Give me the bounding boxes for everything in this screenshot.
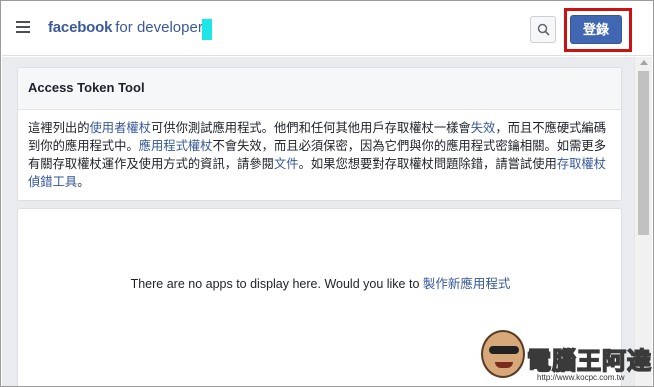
watermark-url: http://www.kocpc.com.tw bbox=[537, 373, 625, 382]
brand-suffix: for developers bbox=[115, 19, 211, 36]
hamburger-icon[interactable] bbox=[16, 21, 30, 33]
brand-name: facebook bbox=[48, 19, 113, 36]
user-token-link[interactable]: 使用者權杖 bbox=[90, 121, 152, 135]
text-cursor-highlight bbox=[202, 19, 212, 40]
description-text: 可供你測試應用程式。他們和任何其他用戶存取權杖一樣會 bbox=[151, 121, 471, 135]
empty-message-text: There are no apps to display here. Would… bbox=[130, 277, 420, 291]
login-button[interactable]: 登錄 bbox=[570, 15, 622, 44]
brand-logo[interactable]: facebook for developers bbox=[48, 19, 210, 36]
card-description: 這裡列出的使用者權杖可供你測試應用程式。他們和任何其他用戶存取權杖一樣會失效，而… bbox=[18, 110, 621, 200]
access-token-card: Access Token Tool 這裡列出的使用者權杖可供你測試應用程式。他們… bbox=[17, 67, 622, 201]
expire-link[interactable]: 失效 bbox=[471, 121, 496, 135]
description-text: 。 bbox=[77, 175, 90, 189]
app-token-link[interactable]: 應用程式權杖 bbox=[139, 139, 213, 153]
browser-frame: facebook for developers 登錄 Access Token T… bbox=[0, 0, 654, 387]
description-text: 。如果您想要對存取權杖問題除錯，請嘗試使用 bbox=[298, 157, 557, 171]
mascot-face-icon bbox=[481, 330, 525, 378]
description-text: 這裡列出的 bbox=[28, 121, 90, 135]
create-app-link[interactable]: 製作新應用程式 bbox=[423, 277, 511, 291]
scroll-thumb[interactable] bbox=[638, 71, 649, 235]
scroll-up-arrow-icon[interactable] bbox=[640, 60, 648, 65]
card-title: Access Token Tool bbox=[28, 80, 145, 95]
card-header: Access Token Tool bbox=[18, 68, 621, 110]
watermark: 電腦王阿達 http://www.kocpc.com.tw bbox=[477, 326, 652, 386]
search-icon bbox=[537, 23, 550, 36]
empty-apps-message: There are no apps to display here. Would… bbox=[18, 273, 623, 292]
search-button[interactable] bbox=[530, 16, 556, 43]
top-navigation-bar: facebook for developers 登錄 bbox=[2, 2, 652, 56]
watermark-text: 電腦王阿達 bbox=[526, 346, 652, 376]
docs-link[interactable]: 文件 bbox=[274, 157, 299, 171]
